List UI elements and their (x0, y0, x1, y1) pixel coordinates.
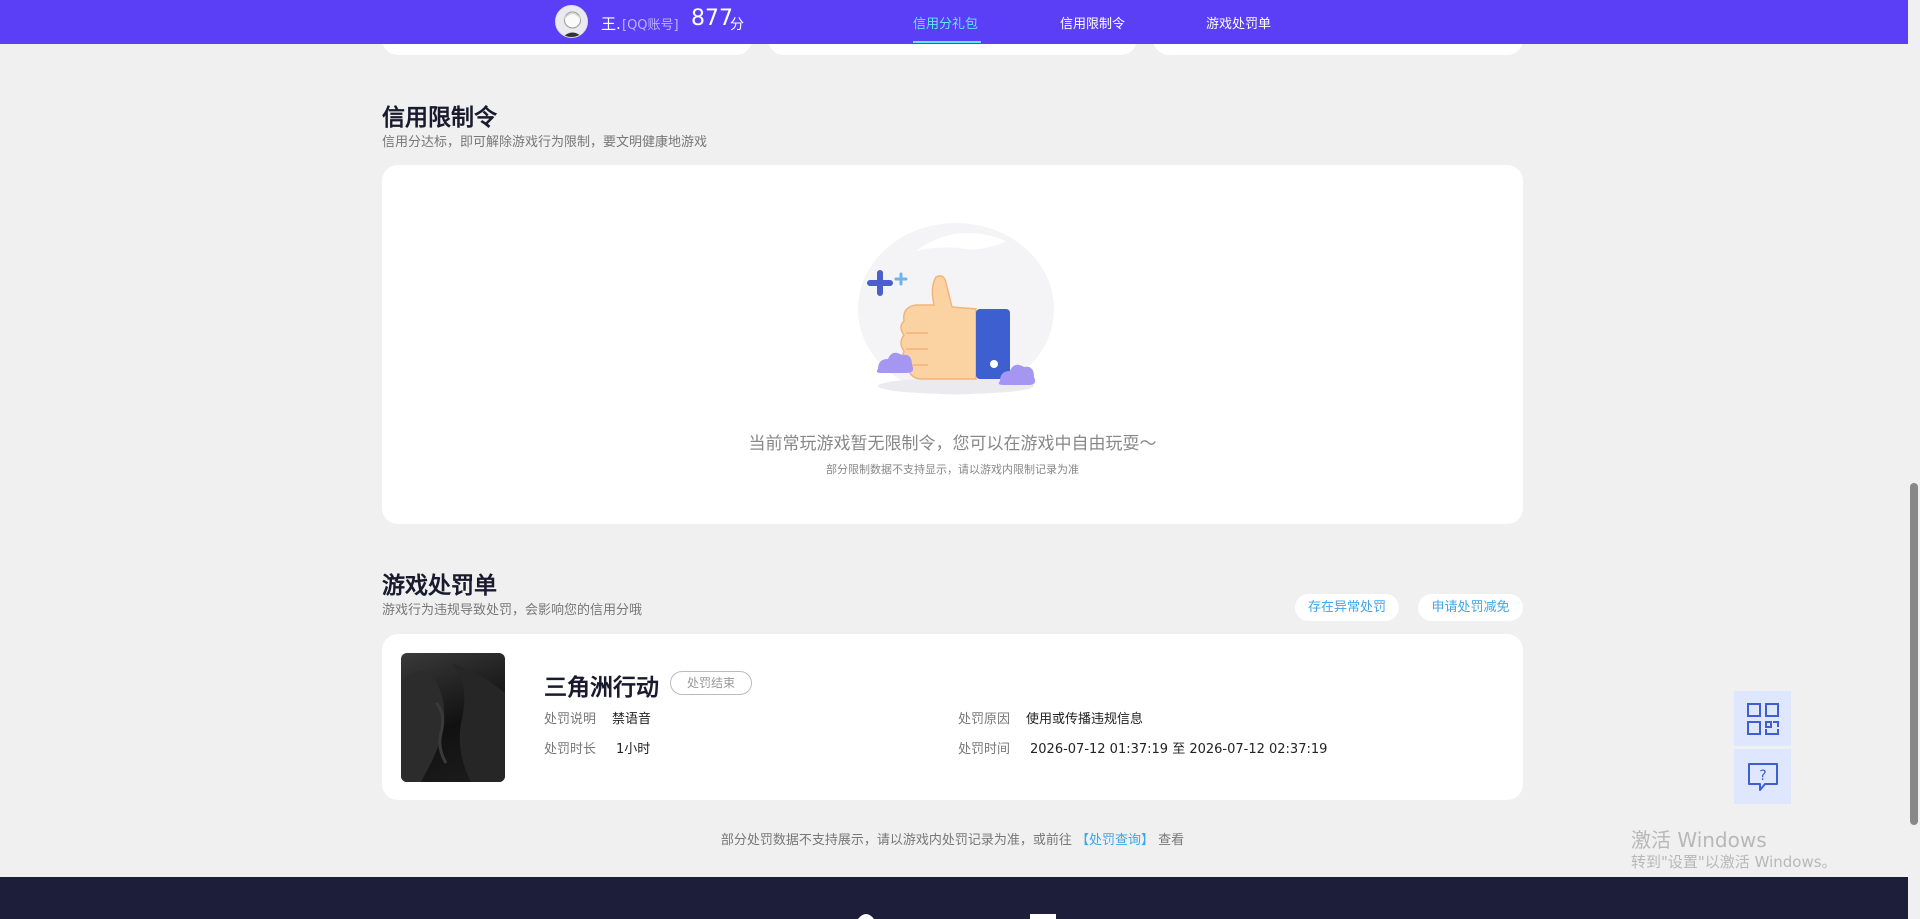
penalty-status-badge: 处罚结束 (670, 671, 752, 695)
game-name: 三角洲行动 (544, 675, 659, 701)
windows-activation-watermark: 激活 Windows (1631, 828, 1767, 852)
penalty-reason-value: 使用或传播违规信息 (1026, 712, 1144, 727)
empty-state-message: 当前常玩游戏暂无限制令，您可以在游戏中自由玩耍～ (748, 434, 1157, 454)
restriction-section-title: 信用限制令 (382, 105, 497, 131)
windows-activation-hint: 转到"设置"以激活 Windows。 (1631, 853, 1837, 871)
avatar-image-icon (556, 6, 587, 37)
game-cover-image (401, 653, 505, 782)
help-chat-icon: ? (1747, 762, 1778, 791)
svg-text:?: ? (1759, 768, 1766, 784)
penalty-desc-label: 处罚说明 (544, 712, 597, 727)
penalty-duration-value: 1小时 (616, 742, 651, 757)
tab-credit-gift[interactable]: 信用分礼包 (913, 13, 978, 32)
tab-credit-restriction[interactable]: 信用限制令 (1060, 13, 1125, 32)
username: 王. (601, 15, 621, 33)
penalty-query-link[interactable]: 【处罚查询】 (1076, 833, 1154, 848)
penalty-time-label: 处罚时间 (958, 742, 1011, 757)
top-nav-bar: 王. [QQ账号] 877 分 信用分礼包 信用限制令 游戏处罚单 (0, 0, 1908, 44)
restriction-section-subtitle: 信用分达标，即可解除游戏行为限制，要文明健康地游戏 (382, 135, 708, 150)
qr-code-button[interactable] (1734, 691, 1791, 746)
active-tab-indicator (913, 41, 981, 43)
credit-score: 877 (691, 6, 733, 31)
page-footer (0, 877, 1908, 919)
bottom-note-suffix: 查看 (1158, 833, 1185, 848)
qr-code-icon (1746, 702, 1779, 735)
apply-penalty-reduction-button[interactable]: 申请处罚减免 (1418, 594, 1523, 621)
penalty-record-card: 三角洲行动 处罚结束 处罚说明 禁语音 处罚时长 1小时 处罚原因 使用或传播违… (382, 634, 1523, 800)
abnormal-penalty-button[interactable]: 存在异常处罚 (1295, 594, 1399, 621)
footer-person-icon (858, 914, 874, 919)
penalty-section-subtitle: 游戏行为违规导致处罚，会影响您的信用分哦 (382, 603, 643, 618)
restriction-card: 当前常玩游戏暂无限制令，您可以在游戏中自由玩耍～ 部分限制数据不支持显示，请以游… (382, 165, 1523, 524)
penalty-desc-value: 禁语音 (612, 712, 652, 727)
game-cover-art-icon (401, 663, 505, 782)
penalty-duration-label: 处罚时长 (544, 742, 597, 757)
account-type-tag: [QQ账号] (622, 18, 679, 33)
bottom-note-prefix: 部分处罚数据不支持展示，请以游戏内处罚记录为准，或前往 (720, 833, 1072, 848)
credit-score-unit: 分 (730, 17, 744, 33)
help-button[interactable]: ? (1734, 749, 1791, 804)
thumbs-up-illustration (858, 223, 1054, 395)
empty-state-note: 部分限制数据不支持显示，请以游戏内限制记录为准 (826, 463, 1079, 476)
penalty-time-value: 2026-07-12 01:37:19 至 2026-07-12 02:37:1… (1030, 742, 1328, 757)
footer-document-icon (1030, 914, 1056, 919)
penalty-bottom-note: 部分处罚数据不支持展示，请以游戏内处罚记录为准，或前往 【处罚查询】 查看 (0, 829, 1905, 848)
penalty-section-title: 游戏处罚单 (382, 573, 497, 599)
tab-game-penalty[interactable]: 游戏处罚单 (1206, 13, 1271, 32)
scrollbar-thumb[interactable] (1910, 483, 1918, 825)
penalty-reason-label: 处罚原因 (958, 712, 1011, 727)
avatar[interactable] (555, 5, 588, 38)
